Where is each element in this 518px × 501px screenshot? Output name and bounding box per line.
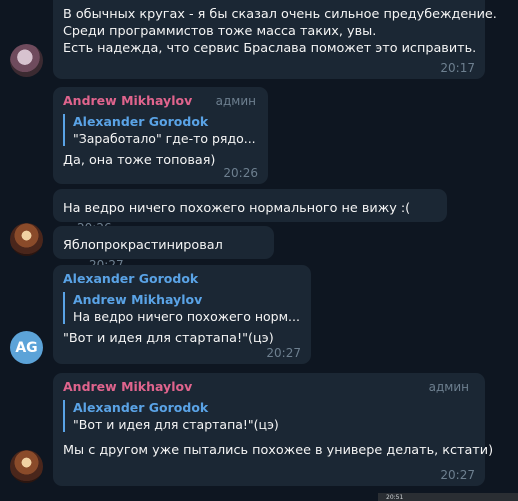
reply-quote[interactable]: Andrew Mikhaylov На ведро ничего похожег… [63,292,301,324]
avatar-alexander[interactable]: AG [10,331,43,364]
message-time: 20:27 [440,468,475,482]
message-bubble[interactable]: Alexander Gorodok Andrew Mikhaylov На ве… [53,265,311,364]
avatar[interactable] [10,44,43,77]
message-bubble[interactable]: В обычных кругах - я бы сказал очень сил… [53,0,497,79]
message-bubble[interactable]: Andrew Mikhaylov админ Alexander Gorodok… [53,87,268,184]
taskbar: 20:51 [378,493,518,501]
avatar-initials: AG [15,339,38,356]
reply-text: На ведро ничего похожего норм... [73,309,300,324]
taskbar-clock: 20:51 [386,493,404,501]
message-text: "Вот и идея для стартапа!"(цэ) [63,331,274,346]
reply-quote[interactable]: Alexander Gorodok "Вот и идея для старта… [63,400,475,432]
message-time: 20:27 [266,346,301,360]
reply-quote[interactable]: Alexander Gorodok "Заработало" где-то ря… [63,114,258,146]
reply-text: "Заработало" где-то рядо... [73,131,256,146]
message-bubble[interactable]: На ведро ничего похожего нормального не … [53,189,447,235]
avatar-andrew[interactable] [10,450,43,483]
message-bubble[interactable]: Andrew Mikhaylov админ Alexander Gorodok… [53,373,494,486]
message-line: Есть надежда, что сервис Браслава поможе… [63,41,477,56]
message-line: Среди программистов тоже масса таких, ув… [63,24,377,39]
message-bubble[interactable]: Яблопрокрастинировал 20:27 [53,226,274,272]
sender-name[interactable]: Andrew Mikhaylov [63,379,475,394]
message-line: В обычных кругах - я бы сказал очень сил… [63,7,497,22]
message-time: 20:17 [440,61,475,75]
reply-author: Andrew Mikhaylov [73,292,203,307]
message-time: 20:26 [223,166,258,180]
reply-text: "Вот и идея для стартапа!"(цэ) [73,417,279,432]
message-text: На ведро ничего похожего нормального не … [63,201,411,216]
avatar-andrew[interactable] [10,223,43,256]
admin-badge: админ [428,380,469,394]
message-text: Яблопрокрастинировал [63,238,223,253]
admin-badge: админ [215,94,256,108]
message-text: Мы с другом уже пытались похожее в униве… [63,443,494,458]
sender-name[interactable]: Alexander Gorodok [63,271,301,286]
reply-author: Alexander Gorodok [73,400,209,415]
reply-author: Alexander Gorodok [73,114,209,129]
